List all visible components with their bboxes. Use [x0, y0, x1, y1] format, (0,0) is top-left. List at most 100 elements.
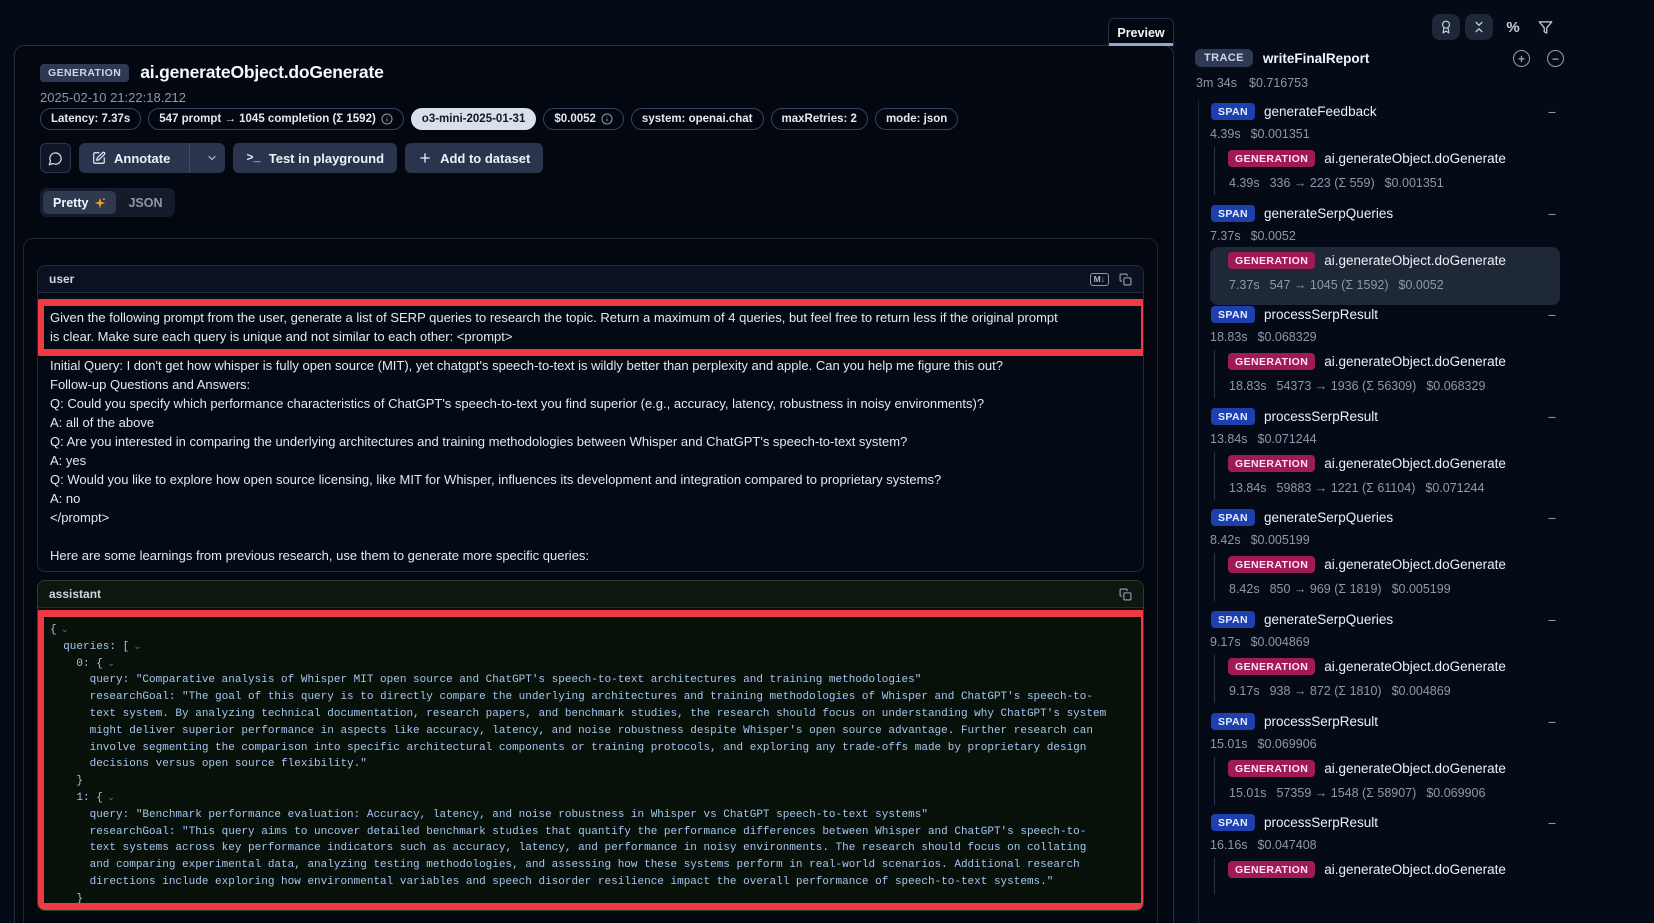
toggle-pretty[interactable]: Pretty [43, 191, 116, 214]
user-message-line: A: no [50, 489, 1131, 508]
collapse-chevron-icon[interactable]: ⌄ [107, 792, 115, 803]
span-row[interactable]: SPANprocessSerpResult [1211, 408, 1378, 425]
span-collapse-button[interactable]: − [1544, 714, 1560, 730]
message-role-label: user [49, 272, 74, 286]
span-row[interactable]: SPANprocessSerpResult [1211, 814, 1378, 831]
span-collapse-button[interactable]: − [1544, 815, 1560, 831]
tree-child-connector [1214, 858, 1215, 894]
annotation-queue-button[interactable] [1432, 14, 1460, 40]
span-metrics: 15.01s$0.069906 [1210, 737, 1317, 751]
user-message-line: A: all of the above [50, 413, 1131, 432]
span-row[interactable]: SPANprocessSerpResult [1211, 713, 1378, 730]
pencil-square-icon [92, 151, 106, 165]
span-collapse-button[interactable]: − [1544, 409, 1560, 425]
generation-type-badge: GENERATION [1228, 455, 1315, 472]
span-cost: $0.001351 [1251, 127, 1310, 141]
span-metrics: 18.83s$0.068329 [1210, 330, 1317, 344]
generation-type-badge: GENERATION [1228, 861, 1315, 878]
span-name: generateFeedback [1264, 104, 1377, 119]
code-text: text system. By analyzing technical docu… [50, 708, 1106, 720]
trace-duration: 3m 34s [1196, 76, 1237, 90]
tab-preview[interactable]: Preview [1108, 18, 1174, 46]
generation-metrics: 7.37s547 → 1045 (Σ 1592)$0.0052 [1229, 278, 1444, 292]
generation-row[interactable]: GENERATIONai.generateObject.doGenerate [1228, 455, 1506, 472]
span-collapse-button[interactable]: − [1544, 307, 1560, 323]
assistant-code-line: researchGoal: "The goal of this query is… [50, 689, 1121, 706]
span-row[interactable]: SPANgenerateFeedback [1211, 103, 1377, 120]
generation-row[interactable]: GENERATIONai.generateObject.doGenerate [1228, 353, 1506, 370]
generation-tokens: 547 → 1045 (Σ 1592) [1270, 278, 1389, 292]
span-row[interactable]: SPAN processSerpResult [1211, 306, 1378, 323]
generation-row[interactable]: GENERATION ai.generateObject.doGenerate [1228, 861, 1506, 878]
span-collapse-button[interactable]: − [1544, 612, 1560, 628]
add-to-dataset-button[interactable]: Add to dataset [405, 143, 543, 173]
filter-button[interactable] [1534, 16, 1556, 38]
test-in-playground-button[interactable]: >_ Test in playground [233, 143, 397, 173]
user-message-line: Initial Query: I don't get how whisper i… [50, 356, 1131, 375]
span-name: processSerpResult [1264, 307, 1378, 322]
generation-cost: $0.068329 [1426, 379, 1485, 393]
assistant-code-line: query: "Benchmark performance evaluation… [50, 807, 1121, 824]
generation-metrics: 4.39s336 → 223 (Σ 559)$0.001351 [1229, 176, 1444, 190]
generation-name: ai.generateObject.doGenerate [1324, 354, 1506, 369]
span-duration: 9.17s [1210, 635, 1241, 649]
generation-row-selected[interactable]: GENERATIONai.generateObject.doGenerate [1228, 252, 1506, 269]
span-type-badge: SPAN [1211, 611, 1255, 628]
toggle-json[interactable]: JSON [118, 191, 172, 214]
annotate-button[interactable]: Annotate [79, 143, 225, 173]
span-type-badge: SPAN [1211, 306, 1255, 323]
comment-button[interactable] [40, 143, 71, 173]
generation-duration: 9.17s [1229, 684, 1260, 698]
plus-circle-icon: + [1518, 53, 1525, 65]
generation-row[interactable]: GENERATIONai.generateObject.doGenerate [1228, 150, 1506, 167]
annotate-button-label: Annotate [114, 151, 170, 166]
span-row[interactable]: SPANgenerateSerpQueries [1211, 611, 1393, 628]
markdown-toggle-icon[interactable]: M↓ [1090, 273, 1109, 286]
generation-metrics: 18.83s54373 → 1936 (Σ 56309)$0.068329 [1229, 379, 1485, 393]
assistant-code-line: researchGoal: "This query aims to uncove… [50, 824, 1121, 841]
zoom-in-button[interactable]: + [1513, 50, 1530, 67]
show-percentages-button[interactable]: % [1502, 16, 1524, 38]
generation-row[interactable]: GENERATIONai.generateObject.doGenerate [1228, 658, 1506, 675]
annotate-dropdown-button[interactable] [198, 143, 225, 173]
collapse-chevron-icon[interactable]: ⌄ [61, 624, 69, 635]
collapse-chevron-icon[interactable]: ⌄ [107, 658, 115, 669]
code-text: involve segmenting the comparison into s… [50, 742, 1086, 754]
code-text: queries: [ [50, 641, 129, 653]
generation-tokens: 54373 → 1936 (Σ 56309) [1277, 379, 1417, 393]
generation-row[interactable]: GENERATIONai.generateObject.doGenerate [1228, 556, 1506, 573]
generation-row[interactable]: GENERATIONai.generateObject.doGenerate [1228, 760, 1506, 777]
generation-name: ai.generateObject.doGenerate [1324, 862, 1506, 877]
span-collapse-button[interactable]: − [1544, 104, 1560, 120]
assistant-code-line: 0: {⌄ [50, 656, 1121, 673]
zoom-out-button[interactable]: − [1547, 50, 1564, 67]
add-to-dataset-label: Add to dataset [440, 151, 530, 166]
terminal-icon: >_ [246, 151, 260, 165]
generation-metrics: 15.01s57359 → 1548 (Σ 58907)$0.069906 [1229, 786, 1485, 800]
user-message-line: Q: Would you like to explore how open so… [50, 470, 1131, 489]
collapse-all-button[interactable] [1465, 14, 1493, 40]
span-row[interactable]: SPANgenerateSerpQueries [1211, 205, 1393, 222]
metadata-pill-label: system: openai.chat [642, 113, 753, 125]
generation-tokens: 336 → 223 (Σ 559) [1270, 176, 1375, 190]
span-duration: 7.37s [1210, 229, 1241, 243]
generation-metrics: 9.17s938 → 872 (Σ 1810)$0.004869 [1229, 684, 1451, 698]
observation-timestamp: 2025-02-10 21:22:18.212 [40, 90, 186, 105]
metadata-pill-label: $0.0052 [554, 113, 596, 125]
tree-indent-guide [1198, 100, 1199, 923]
copy-icon[interactable] [1119, 588, 1132, 601]
code-text: researchGoal: "This query aims to uncove… [50, 826, 1086, 838]
generation-cost: $0.071244 [1425, 481, 1484, 495]
collapse-chevron-icon[interactable]: ⌄ [133, 641, 141, 652]
trace-root-row[interactable]: TRACE writeFinalReport [1195, 49, 1369, 67]
user-header-icons: M↓ [1090, 273, 1132, 286]
trace-cost: $0.716753 [1249, 76, 1308, 90]
assistant-code-line: {⌄ [50, 622, 1121, 639]
span-collapse-button[interactable]: − [1544, 206, 1560, 222]
span-collapse-button[interactable]: − [1544, 510, 1560, 526]
code-text: { [50, 624, 57, 636]
span-cost: $0.069906 [1258, 737, 1317, 751]
copy-icon[interactable] [1119, 273, 1132, 286]
span-row[interactable]: SPANgenerateSerpQueries [1211, 509, 1393, 526]
io-preview-container: user M↓ Given the following prompt from … [23, 238, 1158, 923]
